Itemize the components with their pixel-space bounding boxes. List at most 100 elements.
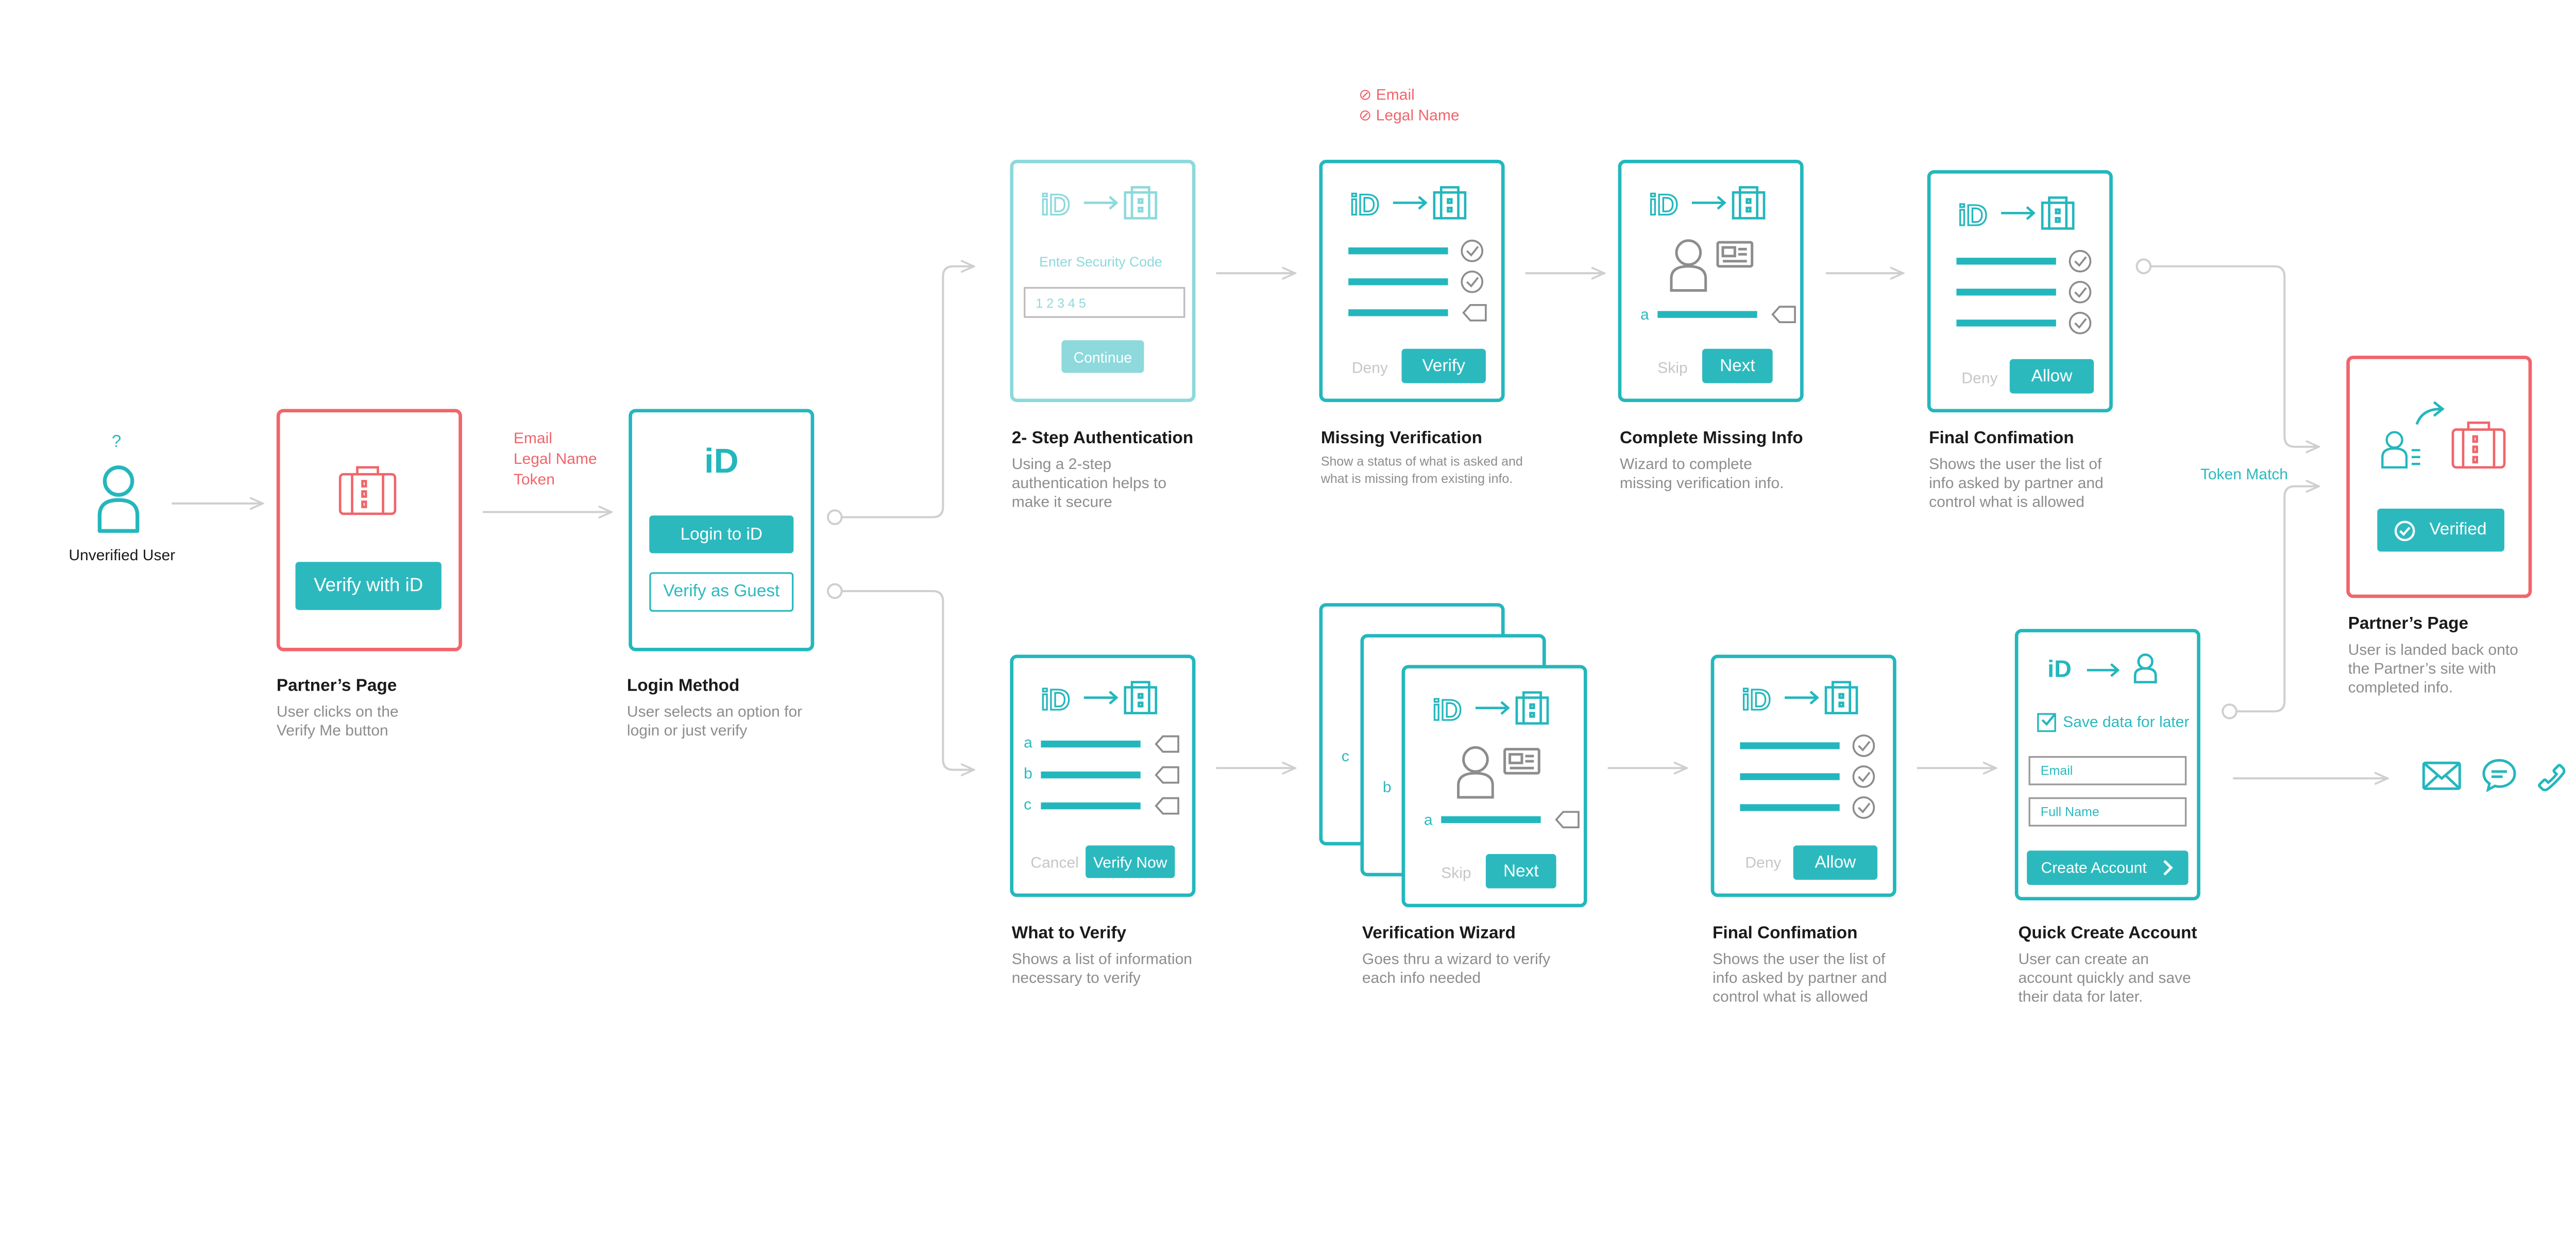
- check-circle-icon: [1852, 796, 1875, 819]
- field-bar: [1041, 802, 1141, 810]
- chat-icon: [2482, 759, 2516, 793]
- check-circle-icon: [1461, 271, 1484, 293]
- missing-field-row: [1657, 303, 1808, 353]
- missing-verification-desc: Show a status of what is asked and what i…: [1320, 454, 1523, 487]
- skip-button[interactable]: Skip: [1441, 864, 1471, 881]
- cancel-button[interactable]: Cancel: [1030, 854, 1078, 871]
- id-to-partner-icon: iD: [1648, 186, 1769, 230]
- skip-button[interactable]: Skip: [1657, 359, 1687, 376]
- field-bar: [1348, 278, 1448, 286]
- id-to-partner-icon: iD: [1040, 681, 1161, 725]
- two-step-title: 2- Step Authentication: [1011, 429, 1194, 449]
- field-bar: [1441, 816, 1541, 823]
- security-code-input[interactable]: 1 2 3 4 5: [1024, 287, 1185, 318]
- field-bar: [1740, 742, 1840, 749]
- allow-button[interactable]: Allow: [1793, 845, 1878, 880]
- person-id-card-icon: [1666, 237, 1755, 304]
- missing-notes: ⊘ Email ⊘ Legal Name: [1359, 86, 1460, 124]
- two-step-desc: Using a 2-step authentication helps to mak…: [1011, 455, 1167, 511]
- check-circle-icon: [2069, 312, 2092, 334]
- verify-rows: [1041, 732, 1192, 844]
- save-data-label: Save data for later: [2063, 713, 2190, 730]
- check-circle-icon: [1852, 765, 1875, 788]
- phone-icon: [2538, 764, 2566, 792]
- field-bar: [1740, 804, 1840, 811]
- row-letter: b: [1024, 764, 1032, 782]
- partner-page-title: Partner’s Page: [276, 677, 397, 696]
- confirm-rows: [1740, 734, 1891, 846]
- field-letter: a: [1423, 811, 1433, 828]
- checkmark-icon: [2041, 714, 2056, 726]
- what-to-verify-desc: Shows a list of information necessary to …: [1011, 950, 1192, 986]
- user-icon: [97, 465, 140, 533]
- verify-as-guest-button[interactable]: Verify as Guest: [649, 572, 794, 612]
- deny-button[interactable]: Deny: [1961, 370, 1997, 387]
- id-to-partner-icon: iD: [1349, 186, 1470, 230]
- branch-down: [841, 590, 974, 770]
- verify-button[interactable]: Verify: [1401, 348, 1486, 383]
- partner-final-desc: User is landed back onto the Partner’s si…: [2348, 641, 2518, 696]
- check-circle-icon: [2069, 250, 2092, 273]
- login-to-id-button[interactable]: Login to iD: [649, 515, 794, 554]
- token-match-label: Token Match: [2200, 465, 2288, 483]
- back-letter: c: [1341, 747, 1349, 765]
- full-name-field[interactable]: Full Name: [2028, 797, 2187, 827]
- tag-icon: [1771, 306, 1796, 323]
- login-method-title: Login Method: [626, 677, 740, 696]
- row-letter: c: [1024, 795, 1032, 813]
- back-letter: b: [1382, 778, 1392, 796]
- id-logo: iD: [2047, 655, 2072, 682]
- next-button[interactable]: Next: [1485, 853, 1556, 889]
- field-bar: [1041, 740, 1141, 748]
- wizard-field-row: [1441, 808, 1592, 858]
- check-circle-icon: [1461, 240, 1484, 262]
- allow-button[interactable]: Allow: [2009, 359, 2094, 394]
- verify-with-id-button[interactable]: Verify with iD: [295, 562, 442, 610]
- unverified-user-label: Unverified User: [69, 546, 176, 564]
- final-confirmation-desc: Shows the user the list of info asked by …: [1929, 455, 2104, 511]
- field-bar: [1041, 771, 1141, 779]
- verified-badge: Verified: [2377, 508, 2504, 552]
- wizard-title: Verification Wizard: [1362, 924, 1516, 944]
- create-account-button[interactable]: Create Account: [2027, 850, 2189, 885]
- field-bar: [1956, 258, 2056, 265]
- field-bar: [1348, 309, 1448, 316]
- id-logo: iD: [704, 443, 739, 481]
- complete-missing-title: Complete Missing Info: [1619, 429, 1803, 449]
- continue-button[interactable]: Continue: [1061, 340, 1144, 373]
- check-circle-icon: ⊘: [1359, 86, 1372, 104]
- field-letter: a: [1640, 306, 1649, 323]
- deny-button[interactable]: Deny: [1745, 854, 1781, 871]
- row-letter: a: [1024, 733, 1032, 751]
- partner-final-title: Partner’s Page: [2348, 615, 2469, 634]
- share-arrow-icon: [2415, 401, 2445, 425]
- tag-icon: [1155, 735, 1179, 753]
- what-to-verify-title: What to Verify: [1011, 924, 1127, 944]
- tag-icon: [1155, 766, 1179, 784]
- svg-text:iD: iD: [1041, 684, 1070, 716]
- svg-text:iD: iD: [1041, 189, 1070, 222]
- mail-icon: [2422, 761, 2461, 790]
- suitcase-icon: [2451, 421, 2506, 469]
- verify-now-button[interactable]: Verify Now: [1086, 845, 1175, 878]
- email-field[interactable]: Email: [2028, 756, 2187, 785]
- partner-data-fields: Email Legal Name Token: [513, 429, 597, 488]
- branch-up: [841, 266, 974, 518]
- user-icon: [2133, 653, 2157, 683]
- suitcase-icon: [338, 466, 397, 515]
- chevron-right-icon: [2163, 860, 2173, 876]
- partner-page-card: [276, 409, 462, 651]
- check-circle-icon: [2069, 281, 2092, 304]
- id-to-partner-icon: iD: [1741, 681, 1862, 725]
- field-bar: [1956, 289, 2056, 296]
- check-circle-icon: ⊘: [1359, 106, 1372, 124]
- svg-text:iD: iD: [1958, 199, 1988, 232]
- confirm-rows: [1956, 249, 2107, 361]
- wizard-desc: Goes thru a wizard to verify each info ne…: [1362, 950, 1551, 986]
- partner-final-card: [2346, 356, 2532, 598]
- svg-text:iD: iD: [1649, 189, 1679, 222]
- deny-button[interactable]: Deny: [1352, 359, 1388, 376]
- missing-verification-title: Missing Verification: [1320, 429, 1482, 449]
- id-to-partner-icon: iD: [1432, 691, 1553, 735]
- next-button[interactable]: Next: [1702, 348, 1773, 383]
